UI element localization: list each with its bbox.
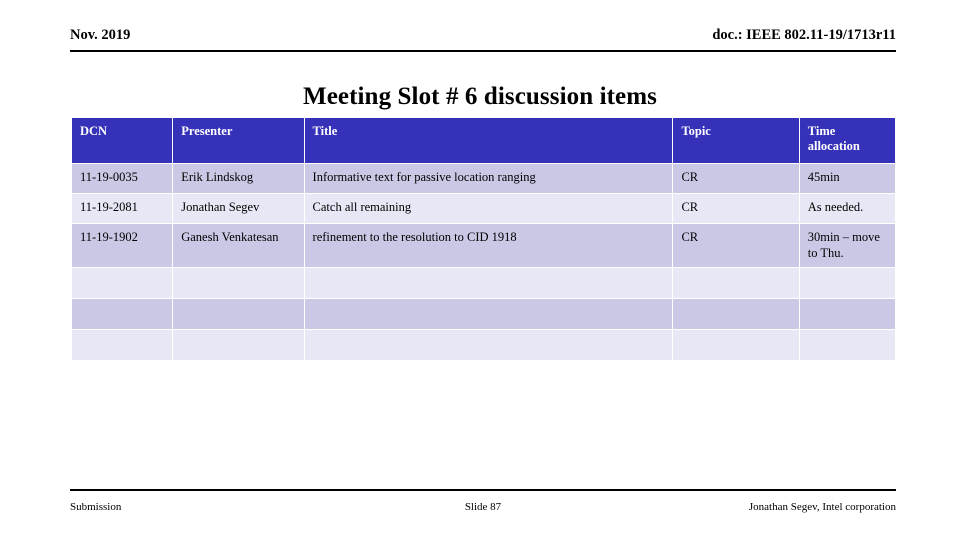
cell-dcn <box>72 268 173 298</box>
table-row <box>72 299 895 329</box>
column-header-presenter: Presenter <box>173 118 304 163</box>
cell-topic: CR <box>673 164 799 193</box>
cell-time <box>799 299 895 329</box>
cell-time: As needed. <box>799 194 895 223</box>
discussion-items-table: DCN Presenter Title Topic Time allocatio… <box>71 117 896 361</box>
footer-author: Jonathan Segev, Intel corporation <box>748 501 896 513</box>
cell-title <box>304 299 673 329</box>
table-row <box>72 268 895 298</box>
cell-title <box>304 268 673 298</box>
cell-title: Informative text for passive location ra… <box>304 164 673 193</box>
table-header-row: DCN Presenter Title Topic Time allocatio… <box>72 118 895 163</box>
cell-time <box>799 268 895 298</box>
cell-presenter <box>173 330 304 360</box>
header-date: Nov. 2019 <box>70 27 131 43</box>
cell-topic: CR <box>673 224 799 267</box>
cell-time: 30min – move to Thu. <box>799 224 895 267</box>
slide-canvas: Nov. 2019 doc.: IEEE 802.11-19/1713r11 M… <box>0 0 960 540</box>
cell-dcn <box>72 330 173 360</box>
cell-topic <box>673 330 799 360</box>
slide-footer: Submission Slide 87 Jonathan Segev, Inte… <box>70 489 896 521</box>
table-row: 11-19-1902 Ganesh Venkatesan refinement … <box>72 224 895 267</box>
column-header-topic: Topic <box>673 118 799 163</box>
cell-presenter <box>173 268 304 298</box>
slide-header: Nov. 2019 doc.: IEEE 802.11-19/1713r11 <box>70 28 896 52</box>
header-doc-number: doc.: IEEE 802.11-19/1713r11 <box>712 27 896 43</box>
cell-time <box>799 330 895 360</box>
cell-time: 45min <box>799 164 895 193</box>
cell-topic <box>673 268 799 298</box>
cell-presenter: Jonathan Segev <box>173 194 304 223</box>
table-row <box>72 330 895 360</box>
cell-dcn: 11-19-0035 <box>72 164 173 193</box>
cell-topic: CR <box>673 194 799 223</box>
cell-presenter <box>173 299 304 329</box>
table-row: 11-19-0035 Erik Lindskog Informative tex… <box>72 164 895 193</box>
cell-presenter: Ganesh Venkatesan <box>173 224 304 267</box>
cell-topic <box>673 299 799 329</box>
cell-dcn: 11-19-1902 <box>72 224 173 267</box>
column-header-dcn: DCN <box>72 118 173 163</box>
cell-dcn: 11-19-2081 <box>72 194 173 223</box>
cell-presenter: Erik Lindskog <box>173 164 304 193</box>
cell-dcn <box>72 299 173 329</box>
page-title: Meeting Slot # 6 discussion items <box>303 83 657 110</box>
column-header-time: Time allocation <box>799 118 895 163</box>
cell-title: Catch all remaining <box>304 194 673 223</box>
cell-title <box>304 330 673 360</box>
cell-title: refinement to the resolution to CID 1918 <box>304 224 673 267</box>
table-row: 11-19-2081 Jonathan Segev Catch all rema… <box>72 194 895 223</box>
column-header-title: Title <box>304 118 673 163</box>
